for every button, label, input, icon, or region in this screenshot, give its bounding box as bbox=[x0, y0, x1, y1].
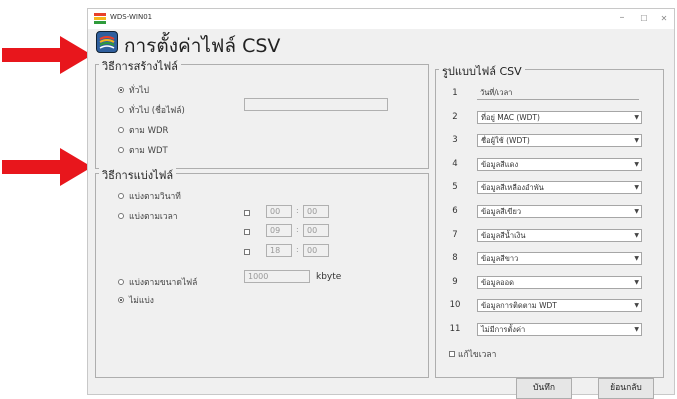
format-row-number: 4 bbox=[452, 158, 458, 169]
time-1-hour[interactable]: 00 bbox=[266, 205, 292, 218]
chevron-down-icon[interactable]: ▼ bbox=[634, 135, 639, 146]
format-row-number: 2 bbox=[452, 111, 458, 122]
radio-icon[interactable] bbox=[118, 87, 124, 93]
radio-icon[interactable] bbox=[118, 193, 124, 199]
edit-time-checkbox[interactable] bbox=[449, 351, 455, 357]
annotation-arrow-2 bbox=[2, 148, 92, 186]
format-field-select-9[interactable]: ข้อมูลออด ▼ bbox=[477, 275, 642, 289]
split-option-by-time[interactable]: แบ่งตามเวลา bbox=[118, 209, 178, 223]
time-1-minute[interactable]: 00 bbox=[303, 205, 329, 218]
split-method-legend: วิธีการแบ่งไฟล์ bbox=[99, 166, 177, 184]
time-2-hour[interactable]: 09 bbox=[266, 224, 292, 237]
format-field-select-1[interactable]: วันที่/เวลา bbox=[477, 87, 639, 100]
edit-time-checkbox-row[interactable]: แก้ไขเวลา bbox=[449, 347, 496, 361]
csv-settings-icon bbox=[96, 31, 118, 53]
csv-settings-window: WDS-WIN01 – ☐ ✕ การตั้งค่าไฟล์ CSV วิธีก… bbox=[87, 8, 675, 399]
format-row-number: 9 bbox=[452, 276, 458, 287]
format-field-value: ข้อมูลออด bbox=[481, 277, 515, 287]
format-field-select-6[interactable]: ข้อมูลสีเขียว ▼ bbox=[477, 205, 642, 218]
minimize-button[interactable]: – bbox=[614, 12, 630, 23]
time-1-colon: : bbox=[296, 206, 299, 215]
csv-format-legend: รูปแบบไฟล์ CSV bbox=[439, 62, 525, 80]
format-field-select-5[interactable]: ข้อมูลสีเหลืองอำพัน ▼ bbox=[477, 181, 642, 195]
format-field-value: ข้อมูลสีเขียว bbox=[481, 207, 522, 216]
chevron-down-icon[interactable]: ▼ bbox=[634, 182, 639, 193]
format-field-value: ชื่อผู้ใช้ (WDT) bbox=[481, 136, 530, 146]
chevron-down-icon[interactable]: ▼ bbox=[634, 206, 639, 217]
format-row-number: 3 bbox=[452, 135, 458, 146]
time-2-colon: : bbox=[296, 225, 299, 234]
chevron-down-icon[interactable]: ▼ bbox=[634, 112, 639, 123]
format-field-select-3[interactable]: ชื่อผู้ใช้ (WDT) ▼ bbox=[477, 134, 642, 148]
format-field-value: ข้อมูลสีขาว bbox=[481, 254, 519, 264]
window-title: WDS-WIN01 bbox=[110, 13, 153, 21]
format-field-value: ไม่มีการตั้งค่า bbox=[481, 325, 526, 334]
split-option-by-second[interactable]: แบ่งตามวินาที bbox=[118, 189, 181, 203]
radio-icon[interactable] bbox=[118, 297, 124, 303]
chevron-down-icon[interactable]: ▼ bbox=[634, 324, 639, 335]
radio-icon[interactable] bbox=[118, 107, 124, 113]
format-field-select-4[interactable]: ข้อมูลสีแดง ▼ bbox=[477, 157, 642, 171]
save-button[interactable]: บันทึก bbox=[516, 378, 572, 399]
create-option-wdr[interactable]: ตาม WDR bbox=[118, 123, 168, 137]
radio-icon[interactable] bbox=[118, 213, 124, 219]
create-method-legend: วิธีการสร้างไฟล์ bbox=[99, 57, 181, 75]
back-button[interactable]: ย้อนกลับ bbox=[598, 378, 654, 399]
format-row-number: 1 bbox=[452, 88, 458, 98]
format-field-select-2[interactable]: ที่อยู่ MAC (WDT) ▼ bbox=[477, 110, 642, 124]
format-field-value: ข้อมูลสีแดง bbox=[481, 159, 519, 169]
format-field-value: ที่อยู่ MAC (WDT) bbox=[481, 112, 540, 122]
format-field-select-8[interactable]: ข้อมูลสีขาว ▼ bbox=[477, 252, 642, 266]
app-icon bbox=[94, 13, 106, 24]
time-1-checkbox[interactable] bbox=[244, 210, 250, 216]
time-2-checkbox[interactable] bbox=[244, 229, 250, 235]
split-option-no-split[interactable]: ไม่แบ่ง bbox=[118, 293, 154, 307]
chevron-down-icon[interactable]: ▼ bbox=[634, 253, 639, 264]
filename-input[interactable] bbox=[244, 98, 388, 111]
radio-icon[interactable] bbox=[118, 147, 124, 153]
time-3-colon: : bbox=[296, 245, 299, 254]
format-row-number: 11 bbox=[449, 324, 461, 334]
format-row-number: 5 bbox=[452, 182, 458, 193]
create-option-general-filename[interactable]: ทั่วไป (ชื่อไฟล์) bbox=[118, 103, 185, 117]
format-field-select-10[interactable]: ข้อมูลการติดตาม WDT ▼ bbox=[477, 299, 642, 313]
format-field-value: ข้อมูลการติดตาม WDT bbox=[481, 301, 557, 311]
annotation-arrow-1 bbox=[2, 36, 92, 74]
time-3-minute[interactable]: 00 bbox=[303, 244, 329, 257]
close-button[interactable]: ✕ bbox=[656, 14, 672, 23]
time-2-minute[interactable]: 00 bbox=[303, 224, 329, 237]
format-field-value: ข้อมูลสีน้ำเงิน bbox=[481, 230, 526, 240]
chevron-down-icon[interactable]: ▼ bbox=[634, 159, 639, 170]
radio-icon[interactable] bbox=[118, 127, 124, 133]
chevron-down-icon[interactable]: ▼ bbox=[634, 277, 639, 288]
chevron-down-icon[interactable]: ▼ bbox=[634, 230, 639, 241]
format-field-select-11[interactable]: ไม่มีการตั้งค่า ▼ bbox=[477, 323, 642, 336]
format-field-value: ข้อมูลสีเหลืองอำพัน bbox=[481, 183, 544, 193]
format-field-select-7[interactable]: ข้อมูลสีน้ำเงิน ▼ bbox=[477, 228, 642, 242]
split-option-by-size[interactable]: แบ่งตามขนาดไฟล์ bbox=[118, 275, 197, 289]
time-3-hour[interactable]: 18 bbox=[266, 244, 292, 257]
format-row-number: 8 bbox=[452, 253, 458, 264]
maximize-button[interactable]: ☐ bbox=[636, 14, 652, 23]
time-3-checkbox[interactable] bbox=[244, 249, 250, 255]
format-field-value: วันที่/เวลา bbox=[480, 88, 513, 97]
format-row-number: 10 bbox=[449, 300, 461, 311]
create-option-general[interactable]: ทั่วไป bbox=[118, 83, 149, 97]
chevron-down-icon[interactable]: ▼ bbox=[634, 300, 639, 311]
title-bar: WDS-WIN01 – ☐ ✕ bbox=[88, 9, 674, 29]
format-row-number: 6 bbox=[452, 206, 458, 216]
file-size-input[interactable]: 1000 bbox=[244, 270, 310, 283]
radio-icon[interactable] bbox=[118, 279, 124, 285]
format-row-number: 7 bbox=[452, 229, 458, 240]
size-unit-label: kbyte bbox=[316, 272, 342, 282]
create-option-wdt[interactable]: ตาม WDT bbox=[118, 143, 168, 157]
